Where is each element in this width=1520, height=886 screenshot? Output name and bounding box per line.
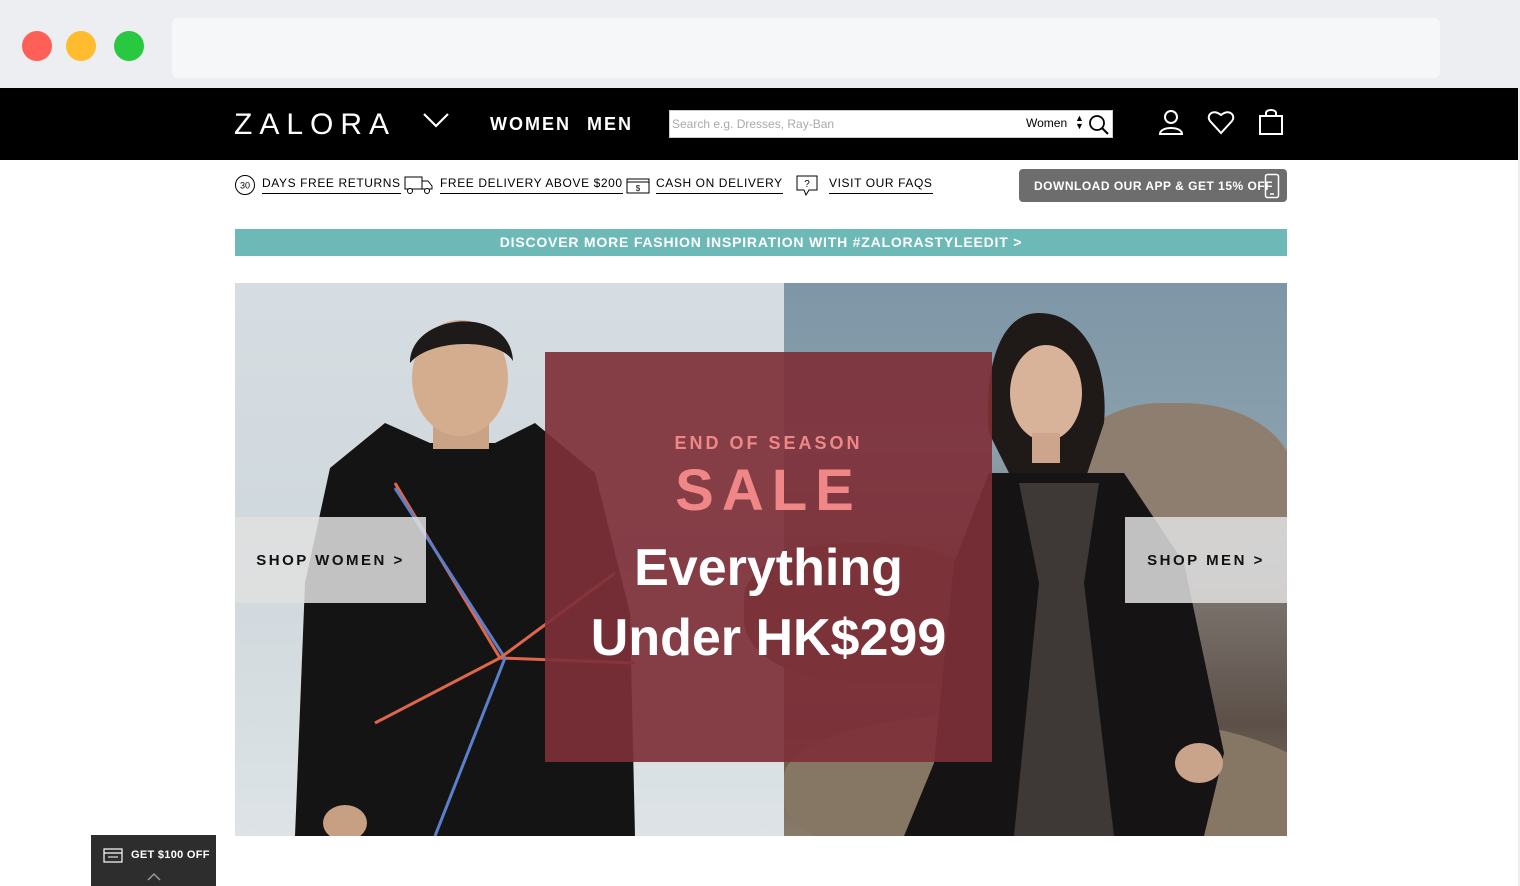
faq-bubble-icon: ? — [796, 175, 818, 197]
chevron-up-icon[interactable] — [146, 872, 162, 882]
usp-returns[interactable]: 30 DAYS FREE RETURNS — [234, 172, 401, 198]
usp-faq-label: VISIT OUR FAQS — [829, 176, 933, 194]
maximize-window-button[interactable] — [114, 31, 144, 61]
nav-women-link[interactable]: WOMEN — [490, 114, 571, 135]
coupon-icon — [103, 848, 123, 863]
shopping-bag-icon[interactable] — [1257, 108, 1285, 136]
browser-chrome — [0, 0, 1520, 88]
nav-men-link[interactable]: MEN — [587, 114, 633, 135]
search-input[interactable] — [672, 114, 1012, 134]
usp-delivery-label: FREE DELIVERY ABOVE $200 — [440, 176, 623, 194]
usp-delivery[interactable]: FREE DELIVERY ABOVE $200 — [404, 172, 623, 198]
sale-eyebrow: END OF SEASON — [674, 433, 863, 453]
phone-icon — [1264, 173, 1280, 199]
download-app-label: DOWNLOAD OUR APP & GET 15% OFF — [1034, 179, 1274, 193]
svg-text:$: $ — [636, 184, 641, 193]
returns-badge: 30 — [240, 181, 250, 191]
hero-banner[interactable]: END OF SEASON SALE Everything Under HK$2… — [235, 283, 1287, 836]
sale-headline: SALE — [675, 458, 862, 523]
sale-promo-box[interactable]: END OF SEASON SALE Everything Under HK$2… — [545, 352, 992, 762]
zalora-logo[interactable]: ZALORA — [234, 108, 396, 142]
coupon-tab[interactable]: GET $100 OFF — [91, 835, 216, 886]
chevron-down-icon[interactable] — [422, 110, 450, 130]
download-app-button[interactable]: DOWNLOAD OUR APP & GET 15% OFF — [1019, 169, 1287, 202]
thirty-days-icon: 30 — [235, 175, 255, 195]
usp-cash[interactable]: $ CASH ON DELIVERY — [626, 172, 783, 198]
minimize-window-button[interactable] — [66, 31, 96, 61]
usp-faq[interactable]: ? VISIT OUR FAQS — [795, 172, 933, 198]
usp-cash-label: CASH ON DELIVERY — [656, 176, 783, 194]
top-navigation-bar: ZALORA WOMEN MEN Women ▲▼ — [0, 88, 1518, 160]
discover-style-banner[interactable]: DISCOVER MORE FASHION INSPIRATION WITH #… — [235, 229, 1287, 256]
select-arrows-icon: ▲ ▼ — [1075, 113, 1084, 131]
cash-icon: $ — [626, 178, 650, 194]
truck-icon — [404, 176, 433, 194]
coupon-label: GET $100 OFF — [131, 849, 210, 861]
usp-returns-label: DAYS FREE RETURNS — [262, 176, 401, 194]
close-window-button[interactable] — [22, 31, 52, 61]
search-category-select[interactable]: Women — [1026, 116, 1067, 130]
search-icon[interactable] — [1088, 114, 1110, 136]
heart-icon[interactable] — [1207, 108, 1235, 136]
sale-line-1: Everything — [634, 539, 903, 597]
svg-text:?: ? — [804, 179, 810, 190]
user-icon[interactable] — [1157, 108, 1185, 136]
shop-men-button[interactable]: SHOP MEN > — [1125, 517, 1287, 603]
search-bar: Women ▲▼ — [669, 110, 1113, 138]
sale-line-2: Under HK$299 — [590, 609, 947, 667]
address-bar[interactable] — [172, 18, 1440, 78]
shop-women-button[interactable]: SHOP WOMEN > — [235, 517, 426, 603]
